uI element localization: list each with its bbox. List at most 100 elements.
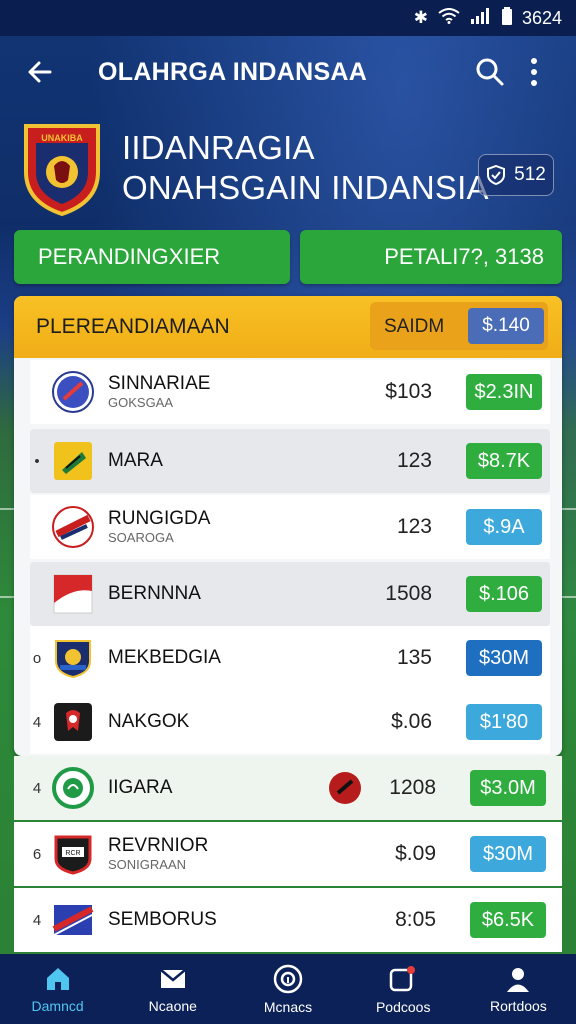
standings-button[interactable]: PETALI7?, 3138 [300, 230, 562, 284]
row-rank: 4 [32, 779, 42, 797]
matches-button-label: PERANDINGXIER [38, 244, 221, 269]
wifi-icon [438, 7, 460, 29]
nav-item-mail[interactable]: Ncaone [115, 954, 230, 1024]
arrow-left-icon [28, 61, 52, 83]
club-header: UNAKIBA IIDANRAGIA ONAHSGAIN INDANSIA 51… [20, 118, 556, 218]
team-name: MARA [108, 450, 163, 471]
table-row[interactable]: 4 IIGARA 1208 $3.0M [14, 756, 562, 820]
team-stat: 123 [396, 515, 432, 538]
table-row[interactable]: 4 SEMBORUS 8:05 $6.5K [14, 888, 562, 952]
team-info: NAKGOK [108, 711, 189, 733]
team-value-badge[interactable]: $2.3IN [466, 374, 542, 410]
team-info: IIGARA [108, 777, 172, 799]
team-info: BERNNNA [108, 583, 201, 605]
team-name: REVRNIOR [108, 835, 209, 856]
team-logo-icon [52, 371, 94, 413]
club-name-line2: ONAHSGAIN INDANSIA [122, 169, 489, 206]
team-info: SEMBORUS [108, 909, 217, 931]
team-value-badge[interactable]: $30M [466, 640, 542, 676]
row-rank: • [34, 452, 40, 470]
team-name: MEKBEDGIA [108, 647, 221, 668]
team-logo-icon [52, 506, 94, 548]
team-stat: $.06 [391, 710, 432, 733]
team-name: RUNGIGDA [108, 508, 211, 529]
club-crest: UNAKIBA [22, 122, 102, 217]
back-button[interactable] [20, 52, 60, 92]
team-info: MARA [108, 450, 163, 472]
nav-label: Ncaone [148, 997, 197, 1014]
team-logo-icon [52, 899, 94, 941]
points-value: 512 [514, 164, 546, 185]
table-row[interactable]: o MEKBEDGIA 135 $30M [30, 626, 550, 690]
team-value-badge[interactable]: $6.5K [470, 902, 546, 938]
nav-item-target[interactable]: Mcnacs [230, 954, 345, 1024]
club-name-line1: IIDANRAGIA [122, 129, 315, 166]
nav-item-notifications[interactable]: Podcoos [346, 954, 461, 1024]
standings-button-label: PETALI7?, 3138 [384, 244, 544, 269]
row-rank: 6 [32, 845, 42, 863]
table-row[interactable]: 6 RCR REVRNIOR SONIGRAAN $.09 $30M [14, 822, 562, 886]
team-logo-icon: RCR [52, 833, 94, 875]
team-stat: 135 [396, 646, 432, 669]
team-info: SINNARIAE GOKSGAA [108, 373, 210, 411]
table-row[interactable]: SINNARIAE GOKSGAA $103 $2.3IN [30, 360, 550, 424]
page-title: OLAHRGA INDANSAA [98, 57, 368, 86]
bottom-nav: Damncd Ncaone Mcnacs Podcoos Rortdoos [0, 954, 576, 1024]
team-subtitle: GOKSGAA [108, 395, 174, 410]
nav-label: Mcnacs [263, 998, 313, 1015]
nav-item-profile[interactable]: Rortdoos [461, 954, 576, 1024]
team-logo-icon [52, 637, 94, 679]
header-pill-value: $.140 [468, 308, 544, 344]
team-value-badge[interactable]: $3.0M [470, 770, 546, 806]
team-subtitle: SONIGRAAN [108, 857, 187, 872]
battery-icon [501, 6, 512, 30]
team-value-badge[interactable]: $.106 [466, 576, 542, 612]
team-info: MEKBEDGIA [108, 647, 221, 669]
status-bar: ✱ 3624 [0, 0, 576, 36]
svg-text:RCR: RCR [65, 850, 80, 857]
matches-button[interactable]: PERANDINGXIER [14, 230, 290, 284]
bluetooth-icon: ✱ [413, 8, 428, 27]
team-logo-icon [52, 440, 94, 482]
team-stat: 1208 [389, 776, 436, 799]
more-vertical-icon [531, 58, 537, 86]
nav-label: Podcoos [375, 998, 431, 1015]
team-value-badge[interactable]: $30M [470, 836, 546, 872]
table-row[interactable]: RUNGIGDA SOAROGA 123 $.9A [30, 495, 550, 559]
table-header: PLEREANDIAMAAN SAIDM $.140 [14, 296, 562, 358]
nav-item-home[interactable]: Damncd [0, 954, 115, 1024]
team-emblem-icon [328, 771, 362, 805]
team-stat: 1508 [385, 582, 432, 605]
team-name: SINNARIAE [108, 373, 211, 394]
team-stat: 8:05 [395, 908, 436, 931]
team-name: IIGARA [108, 777, 173, 798]
team-info: RUNGIGDA SOAROGA [108, 508, 210, 546]
team-value-badge[interactable]: $1'80 [466, 704, 542, 740]
mail-icon [159, 968, 186, 988]
team-value-badge[interactable]: $.9A [466, 509, 542, 545]
points-badge[interactable]: 512 [478, 154, 554, 196]
team-info: REVRNIOR SONIGRAAN [108, 835, 208, 873]
more-options-button[interactable] [512, 50, 556, 94]
target-icon [273, 964, 303, 993]
team-value-badge[interactable]: $8.7K [466, 443, 542, 479]
row-rank: o [32, 649, 42, 667]
nav-label: Damncd [31, 997, 84, 1014]
header-pill-label: SAIDM [384, 316, 445, 337]
search-icon [476, 58, 504, 86]
team-stat: $103 [385, 380, 432, 403]
table-row[interactable]: BERNNNA 1508 $.106 [30, 562, 550, 626]
profile-icon [507, 967, 530, 992]
table-row[interactable]: • MARA 123 $8.7K [30, 429, 550, 493]
table-row[interactable]: 4 NAKGOK $.06 $1'80 [30, 690, 550, 754]
header-pill[interactable]: SAIDM $.140 [370, 302, 548, 350]
nav-label: Rortdoos [490, 997, 547, 1014]
shield-icon [487, 165, 506, 185]
team-subtitle: SOAROGA [108, 530, 174, 545]
search-button[interactable] [468, 50, 512, 94]
svg-text:UNAKIBA: UNAKIBA [41, 133, 83, 143]
team-logo-icon [52, 701, 94, 743]
team-name: NAKGOK [108, 711, 190, 732]
team-logo-icon [52, 767, 94, 809]
team-name: BERNNNA [108, 583, 201, 604]
